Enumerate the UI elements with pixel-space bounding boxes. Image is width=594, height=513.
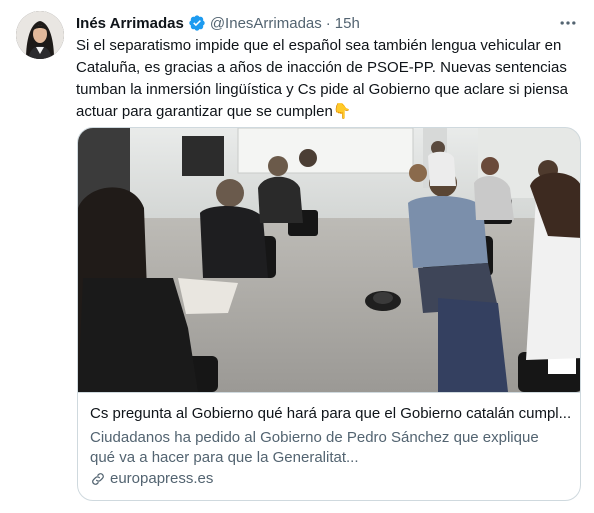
card-title[interactable]: Cs pregunta al Gobierno qué hará para qu… [90,404,572,424]
card-divider [78,392,580,393]
more-dots-icon[interactable] [556,11,580,35]
card-domain[interactable]: europapress.es [90,469,213,489]
link-card[interactable]: Cs pregunta al Gobierno qué hará para qu… [77,127,581,501]
avatar[interactable] [16,11,64,59]
verified-badge-icon [188,14,206,32]
tweet[interactable]: Inés Arrimadas @InesArrimadas · 15h Si e… [0,0,594,513]
tweet-text: Si el separatismo impide que el español … [76,37,573,120]
timestamp[interactable]: 15h [335,15,360,32]
card-image [78,128,580,392]
separator-dot: · [325,14,331,32]
author-name[interactable]: Inés Arrimadas [76,15,184,32]
link-icon [90,471,106,487]
card-domain-text: europapress.es [110,470,214,487]
card-description: Ciudadanos ha pedido al Gobierno de Pedr… [90,429,539,466]
author-handle[interactable]: @InesArrimadas [210,15,322,32]
tweet-header: Inés Arrimadas @InesArrimadas · 15h [76,12,578,34]
